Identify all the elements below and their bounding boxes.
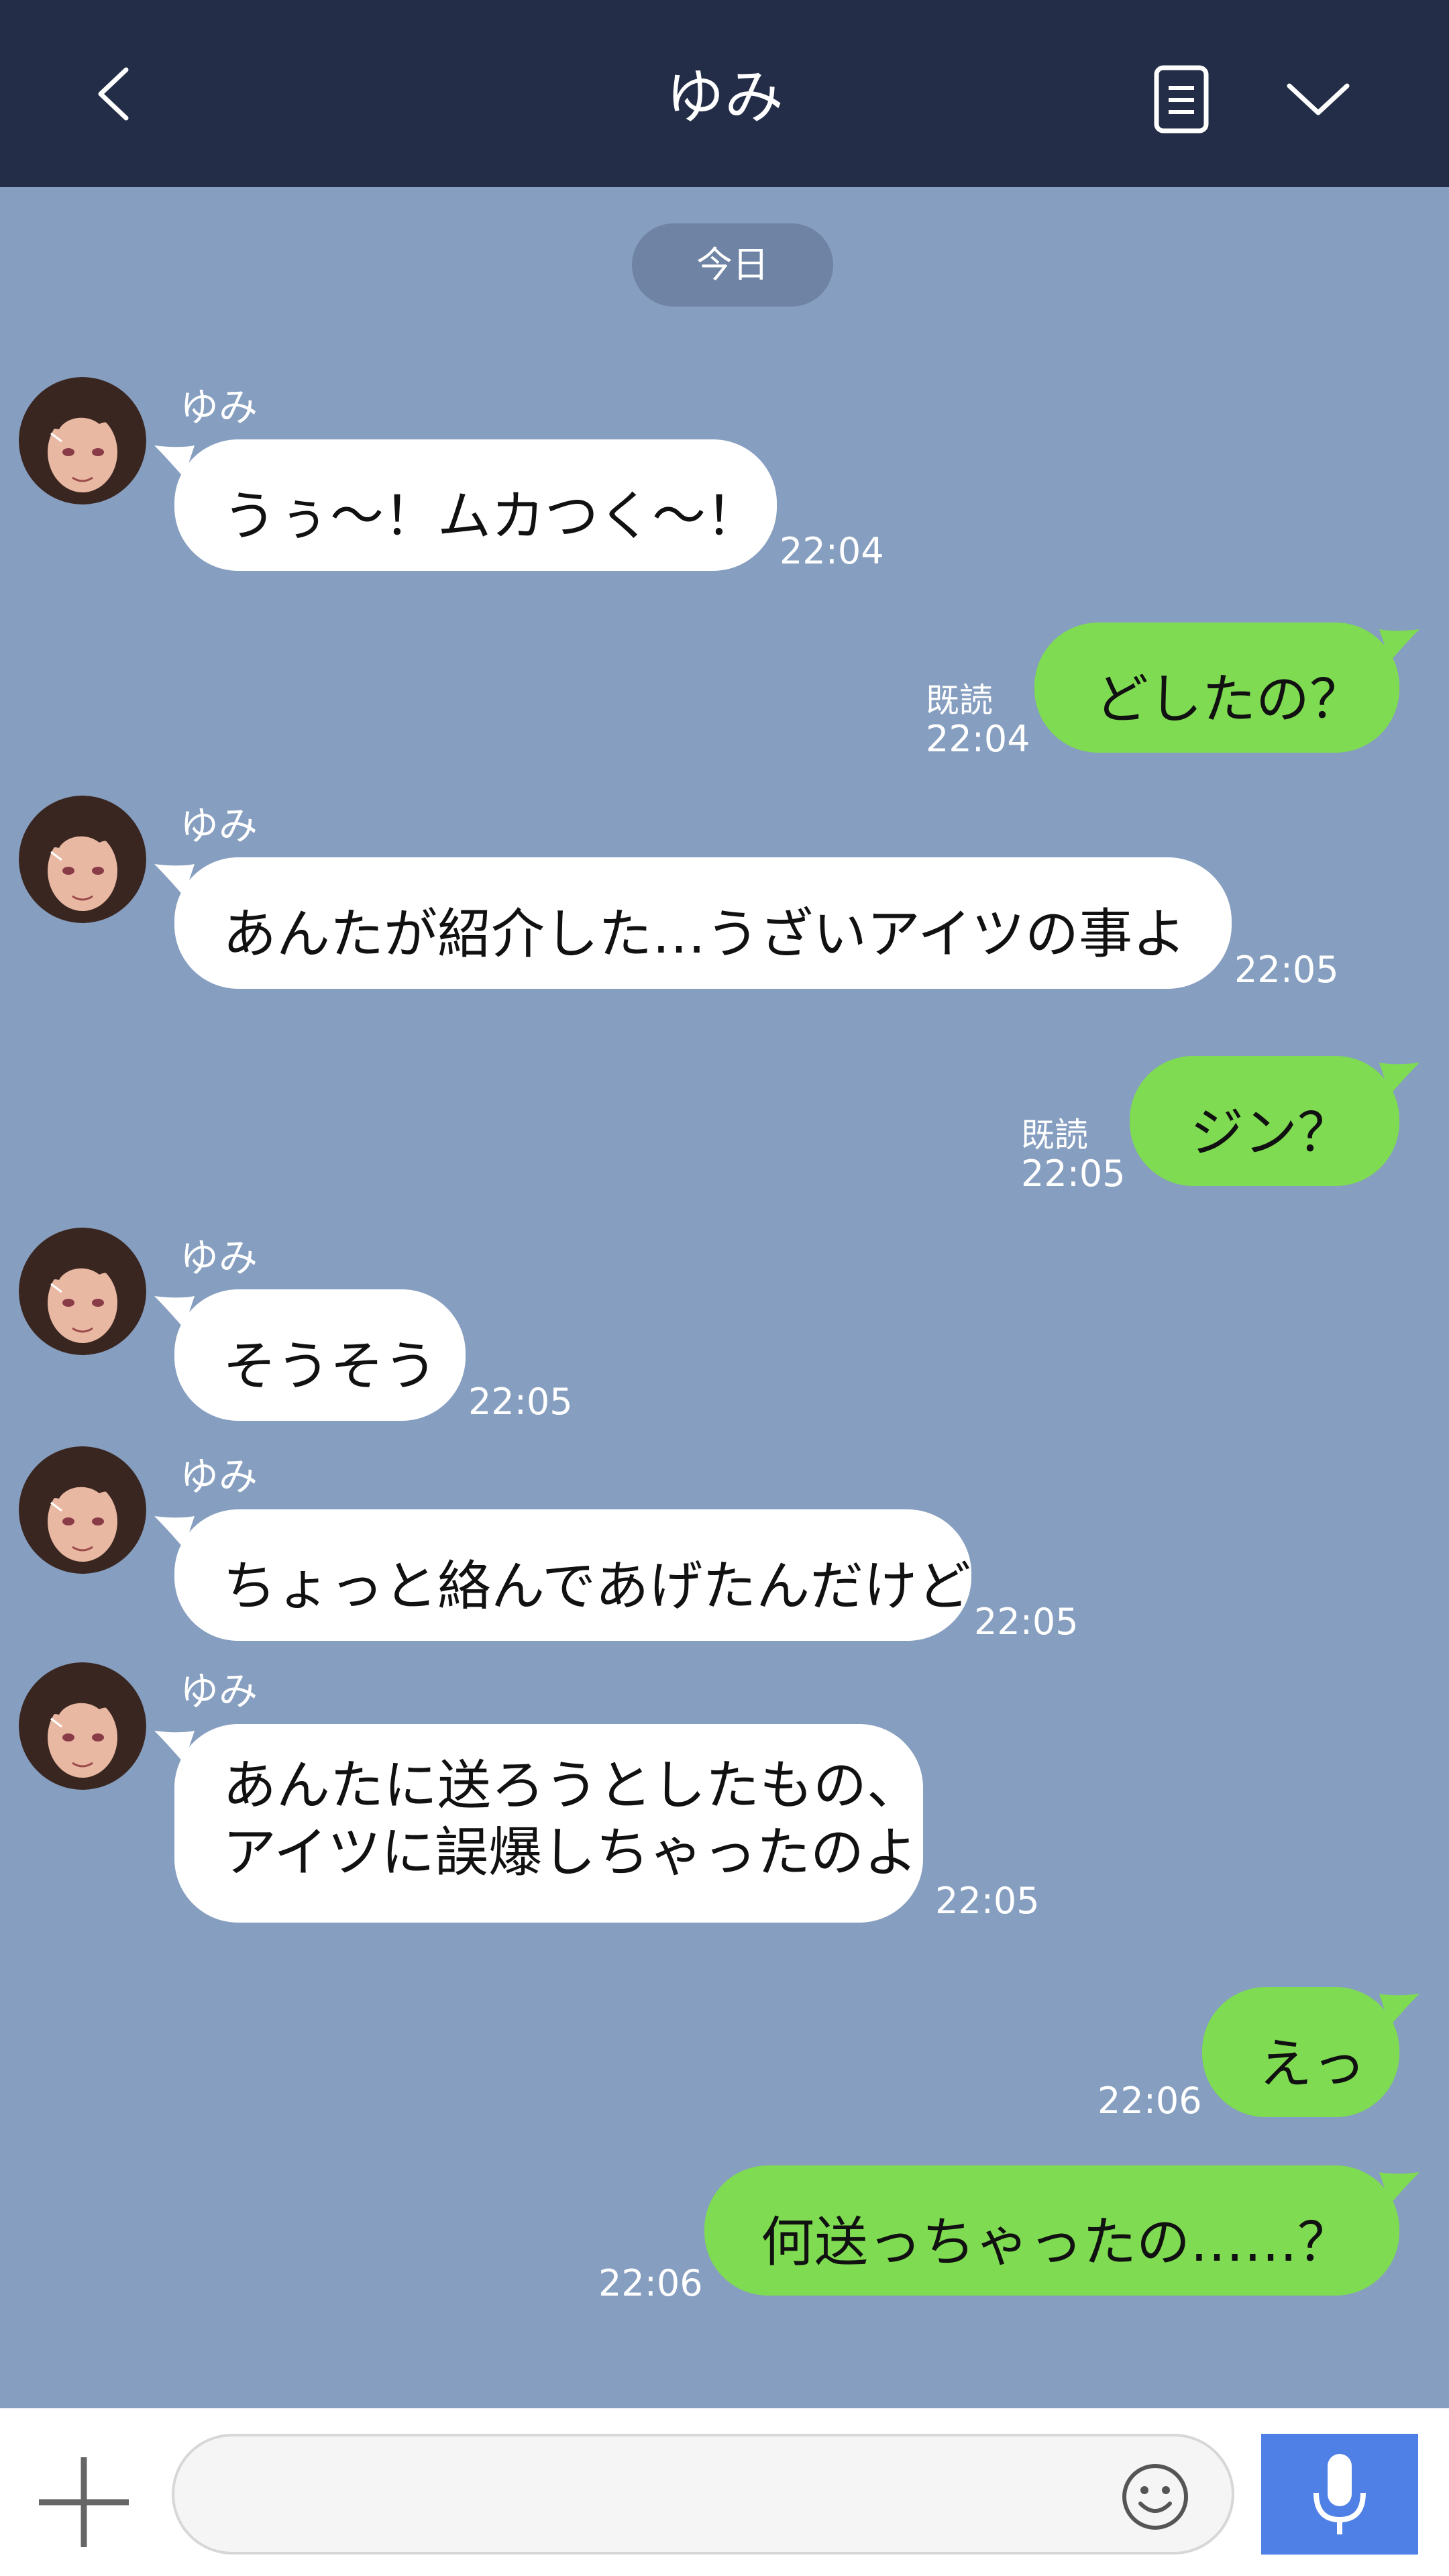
message-bubble[interactable]: ちょっと絡んであげたんだけど bbox=[174, 1509, 971, 1641]
menu-button[interactable] bbox=[1281, 67, 1355, 127]
emoji-icon bbox=[1122, 2464, 1188, 2530]
chat-title: ゆみ bbox=[665, 62, 784, 131]
attach-button[interactable] bbox=[34, 2452, 134, 2553]
message-time: 22:05 bbox=[974, 1601, 1079, 1643]
message-text: うぅ〜！ムカつく〜！ bbox=[223, 485, 759, 547]
chevron-down-icon bbox=[1287, 83, 1350, 115]
message-bubble[interactable]: あんたに送ろうとしたもの、 アイツに誤爆しちゃったのよ bbox=[174, 1724, 923, 1923]
message-input[interactable] bbox=[172, 2434, 1234, 2555]
avatar[interactable] bbox=[19, 1228, 146, 1355]
back-button[interactable] bbox=[80, 60, 148, 127]
message-time: 22:05 bbox=[935, 1880, 1040, 1922]
date-separator: 今日 bbox=[632, 223, 833, 307]
message-bubble[interactable]: あんたが紹介した…うざいアイツの事よ bbox=[174, 857, 1232, 989]
sender-name: ゆみ bbox=[180, 1668, 258, 1714]
message-time: 22:05 bbox=[1021, 1152, 1126, 1195]
message-text: あんたが紹介した…うざいアイツの事よ bbox=[223, 903, 1186, 965]
microphone-icon bbox=[1313, 2454, 1366, 2534]
sender-name: ゆみ bbox=[180, 1454, 258, 1499]
sender-name: ゆみ bbox=[180, 803, 258, 849]
message-text: そうそう bbox=[223, 1335, 437, 1397]
message-text-line-2: アイツに誤爆しちゃったのよ bbox=[223, 1821, 918, 1884]
emoji-button[interactable] bbox=[1120, 2462, 1190, 2532]
bubble-tail bbox=[1379, 2172, 1419, 2204]
message-bubble[interactable]: 何送っちゃったの……？ bbox=[704, 2165, 1399, 2296]
chat-screen: ゆみ 今日 ゆみ うぅ〜！ムカつく〜！ 22:04 既読 22:04 どしたの？… bbox=[0, 0, 1449, 2576]
read-receipt: 既読 bbox=[1021, 1116, 1088, 1155]
read-receipt: 既読 bbox=[926, 681, 993, 720]
avatar[interactable] bbox=[19, 1446, 146, 1574]
message-text: えっ bbox=[1258, 2033, 1366, 2095]
message-time: 22:04 bbox=[780, 530, 884, 572]
message-time: 22:06 bbox=[598, 2262, 703, 2304]
message-time: 22:05 bbox=[1234, 949, 1339, 991]
message-time: 22:06 bbox=[1097, 2080, 1202, 2122]
sender-name: ゆみ bbox=[180, 384, 258, 430]
message-text: ジン？ bbox=[1190, 1102, 1351, 1164]
avatar[interactable] bbox=[19, 1662, 146, 1790]
voice-button[interactable] bbox=[1261, 2434, 1418, 2555]
plus-icon bbox=[39, 2457, 129, 2547]
bubble-tail bbox=[1379, 1994, 1419, 2026]
message-text: どしたの？ bbox=[1095, 668, 1363, 731]
avatar-icon bbox=[19, 377, 146, 504]
bubble-tail bbox=[1379, 1063, 1419, 1095]
message-time: 22:04 bbox=[926, 718, 1030, 760]
avatar-icon bbox=[19, 1446, 146, 1574]
message-bubble[interactable]: ジン？ bbox=[1130, 1056, 1399, 1186]
avatar-icon bbox=[19, 1228, 146, 1355]
message-text-line-1: あんたに送ろうとしたもの、 bbox=[223, 1754, 920, 1817]
avatar[interactable] bbox=[19, 377, 146, 504]
avatar-icon bbox=[19, 1662, 146, 1790]
message-bubble[interactable]: えっ bbox=[1202, 1987, 1399, 2117]
message-text: 何送っちゃったの……？ bbox=[761, 2211, 1351, 2273]
notes-button[interactable] bbox=[1140, 64, 1221, 138]
message-text: ちょっと絡んであげたんだけど bbox=[223, 1555, 971, 1617]
avatar-icon bbox=[19, 796, 146, 923]
message-bubble[interactable]: どしたの？ bbox=[1034, 623, 1399, 753]
message-bubble[interactable]: うぅ〜！ムカつく〜！ bbox=[174, 439, 777, 571]
chat-header: ゆみ bbox=[0, 0, 1449, 187]
avatar[interactable] bbox=[19, 796, 146, 923]
sender-name: ゆみ bbox=[180, 1235, 258, 1281]
bubble-tail bbox=[1379, 629, 1419, 661]
message-bubble[interactable]: そうそう bbox=[174, 1289, 466, 1421]
notes-icon bbox=[1154, 65, 1209, 133]
back-chevron-icon bbox=[98, 67, 129, 121]
composer-bar bbox=[0, 2408, 1449, 2576]
message-time: 22:05 bbox=[468, 1381, 573, 1423]
